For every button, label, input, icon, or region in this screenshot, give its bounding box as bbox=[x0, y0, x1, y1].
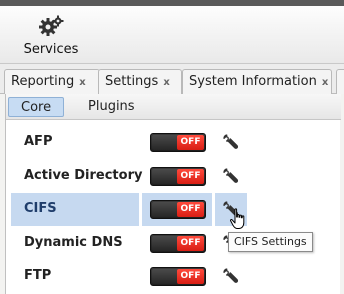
service-toggle[interactable]: OFF bbox=[150, 267, 206, 286]
service-toggle[interactable]: OFF bbox=[150, 133, 206, 152]
tab-settings-label: Settings bbox=[105, 74, 159, 89]
service-row[interactable]: CIFS OFF bbox=[6, 193, 341, 226]
service-name: Active Directory bbox=[24, 167, 143, 183]
subtab-bar: Core Plugins bbox=[6, 94, 341, 120]
services-label: Services bbox=[23, 42, 79, 57]
tab-reporting-close-icon[interactable]: x bbox=[79, 71, 85, 94]
tab-system-information[interactable]: System Information x bbox=[182, 69, 332, 94]
service-name: CIFS bbox=[24, 201, 57, 216]
toggle-state-label: OFF bbox=[177, 269, 204, 284]
main-toolbar: Services bbox=[0, 6, 344, 64]
toggle-knob bbox=[152, 168, 179, 184]
services-button[interactable]: Services bbox=[20, 14, 82, 60]
service-toggle[interactable]: OFF bbox=[150, 200, 206, 219]
hand-cursor-icon bbox=[229, 208, 245, 229]
toggle-knob bbox=[152, 135, 179, 150]
service-toggle[interactable]: OFF bbox=[150, 233, 206, 253]
toggle-state-label: OFF bbox=[177, 202, 204, 217]
subtab-plugins[interactable]: Plugins bbox=[76, 97, 147, 117]
tab-reporting[interactable]: Reporting x bbox=[4, 69, 100, 94]
services-panel: Core Plugins AFP OFF Active Directory OFF CI… bbox=[5, 94, 341, 294]
service-name: Dynamic DNS bbox=[24, 234, 123, 250]
wrench-icon[interactable] bbox=[223, 268, 239, 284]
toggle-knob bbox=[152, 202, 179, 217]
toggle-knob bbox=[152, 269, 179, 284]
toggle-state-label: OFF bbox=[177, 235, 204, 251]
tab-settings-close-icon[interactable]: x bbox=[163, 71, 169, 94]
service-row[interactable]: FTP OFF bbox=[6, 260, 341, 293]
gears-icon bbox=[39, 15, 64, 36]
tab-settings[interactable]: Settings x bbox=[98, 69, 182, 94]
tooltip-cifs-settings: CIFS Settings bbox=[228, 232, 313, 252]
service-name: AFP bbox=[24, 134, 53, 149]
tab-reporting-label: Reporting bbox=[11, 74, 75, 89]
wrench-icon[interactable] bbox=[223, 134, 239, 150]
tab-bar: Reporting x Settings x System Information x bbox=[0, 64, 344, 94]
service-name: FTP bbox=[24, 268, 52, 283]
toggle-state-label: OFF bbox=[177, 168, 204, 184]
service-toggle[interactable]: OFF bbox=[150, 166, 206, 186]
tab-overflow[interactable] bbox=[336, 69, 344, 94]
wrench-icon[interactable] bbox=[223, 167, 239, 184]
service-row[interactable]: Active Directory OFF bbox=[6, 160, 341, 193]
subtab-core[interactable]: Core bbox=[8, 97, 65, 117]
tab-system-information-label: System Information bbox=[189, 74, 317, 89]
tab-system-information-close-icon[interactable]: x bbox=[322, 71, 328, 94]
service-row[interactable]: AFP OFF bbox=[6, 126, 341, 159]
toggle-state-label: OFF bbox=[177, 135, 204, 150]
toggle-knob bbox=[152, 235, 179, 251]
